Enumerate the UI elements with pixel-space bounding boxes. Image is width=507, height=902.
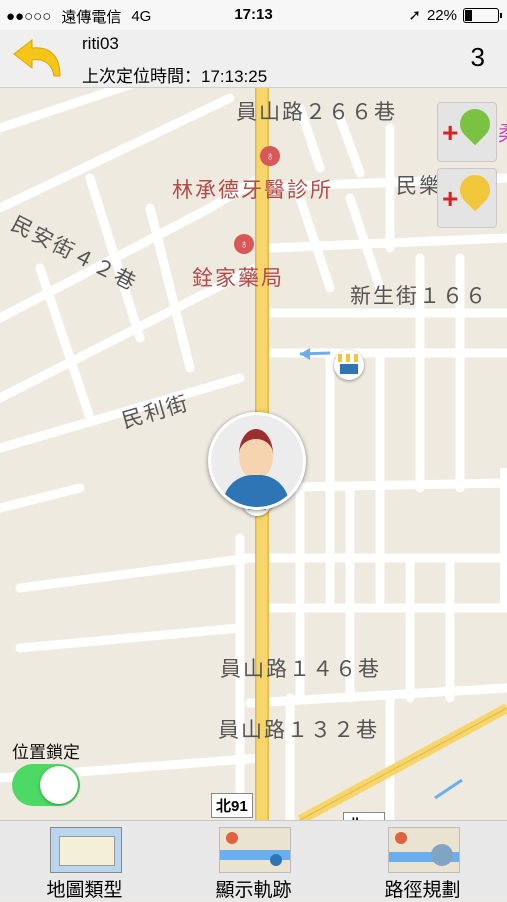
location-lock-label: 位置鎖定 (12, 743, 80, 762)
tab-label: 路徑規劃 (384, 880, 461, 901)
store-marker-icon[interactable] (334, 350, 364, 380)
poi-label[interactable]: 銓家藥局 (192, 262, 284, 292)
toggle-knob (40, 766, 78, 804)
bottom-tab-bar: 地圖類型 顯示軌跡 路徑規劃 (0, 820, 507, 901)
battery-icon (463, 7, 502, 23)
route-shield: 北91 (211, 793, 253, 818)
home-pin-icon (453, 168, 497, 212)
avatar-head-icon (239, 429, 273, 479)
header: riti03 上次定位時間：17:13:25 3 (0, 30, 507, 88)
tab-map-type[interactable]: 地圖類型 (0, 821, 169, 901)
add-location-button[interactable]: + (437, 102, 497, 162)
device-count[interactable]: 3 (471, 42, 485, 73)
avatar-body-icon (223, 475, 289, 507)
road-label: 員山路１３２巷 (218, 719, 379, 742)
map-label-fragment: 柔 (498, 118, 507, 148)
status-right: ➚ 22% (408, 6, 502, 24)
route-plan-icon (387, 827, 460, 873)
device-name: riti03 (82, 34, 119, 53)
tab-route-plan[interactable]: 路徑規劃 (338, 821, 507, 901)
tab-show-track[interactable]: 顯示軌跡 (169, 821, 338, 901)
track-icon (218, 827, 291, 873)
last-location-time: 上次定位時間：17:13:25 (82, 67, 268, 86)
status-bar: ●●○○○ 遠傳電信 4G 17:13 ➚ 22% (0, 0, 507, 30)
tab-label: 地圖類型 (46, 880, 123, 901)
poi-label[interactable]: 林承德牙醫診所 (172, 174, 333, 204)
back-arrow-icon[interactable] (10, 36, 66, 82)
route-shield: 北93 (343, 812, 385, 820)
poi-pin-icon[interactable]: ♁ (260, 146, 280, 166)
location-lock-toggle[interactable] (12, 764, 80, 806)
location-pin-icon (453, 102, 497, 146)
map-type-icon (49, 827, 122, 873)
tab-label: 顯示軌跡 (215, 880, 292, 901)
road-label: 新生街１６６ (350, 285, 488, 308)
road-label: 員山路１４６巷 (220, 658, 381, 681)
location-arrow-icon: ➚ (408, 7, 421, 24)
poi-pin-icon[interactable]: ♁ (234, 234, 254, 254)
plus-icon: + (442, 117, 459, 148)
map-view[interactable]: 員山路２６６巷 民安街４２巷 民樂街 新生街１６６ 民利街 員山路１４６巷 員山… (0, 88, 507, 820)
battery-percent: 22% (426, 6, 457, 24)
user-avatar-marker[interactable] (208, 412, 306, 510)
road-label: 員山路２６６巷 (236, 101, 397, 124)
plus-icon: + (442, 183, 459, 214)
add-home-button[interactable]: + (437, 168, 497, 228)
